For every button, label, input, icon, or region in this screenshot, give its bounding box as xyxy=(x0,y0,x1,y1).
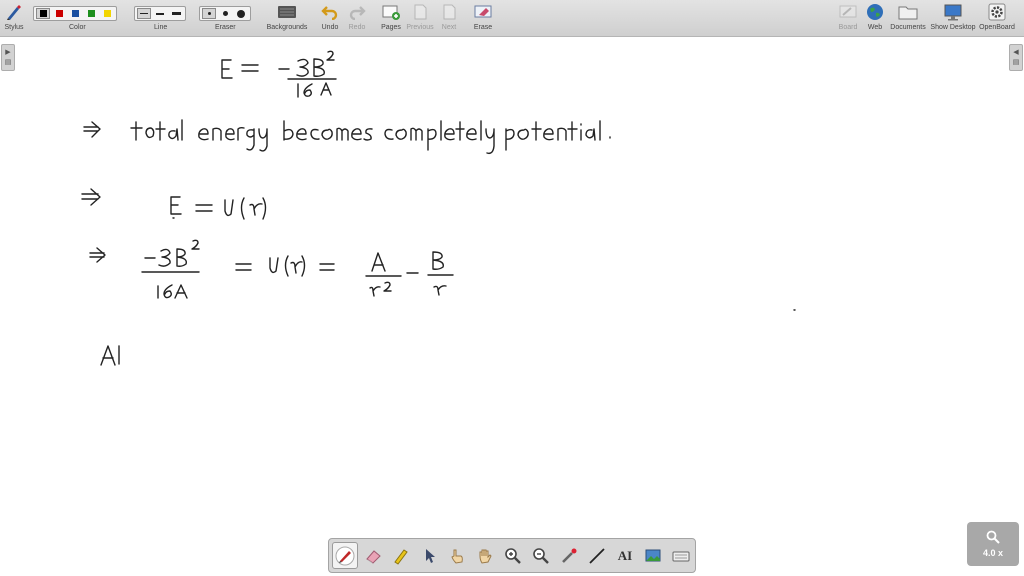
web-button[interactable]: Web xyxy=(864,2,886,35)
eraser-label: Eraser xyxy=(215,24,236,31)
color-swatch-yellow[interactable] xyxy=(100,8,114,19)
previous-page-button[interactable]: Previous xyxy=(405,2,435,35)
color-swatch-fill xyxy=(39,10,47,17)
zoom-in-icon xyxy=(505,547,521,564)
eraser-tool[interactable] xyxy=(360,542,386,569)
desktop-icon xyxy=(942,2,964,22)
folder-icon xyxy=(897,2,919,22)
erase-board-icon xyxy=(472,2,494,22)
hand-tool[interactable] xyxy=(472,542,498,569)
line-label: Line xyxy=(154,24,168,31)
color-swatch-red[interactable] xyxy=(52,8,66,19)
highlighter-tool[interactable] xyxy=(388,542,414,569)
next-page-icon xyxy=(438,2,460,22)
highlighter-icon xyxy=(394,548,408,565)
line-icon xyxy=(589,547,605,564)
eraser-medium-option[interactable] xyxy=(218,8,232,19)
line-thin-option[interactable] xyxy=(137,8,151,19)
redo-button[interactable]: Redo xyxy=(346,2,368,35)
text-tool-icon: AI xyxy=(617,547,633,563)
zoom-out-tool[interactable] xyxy=(528,542,554,569)
erase-board-button[interactable]: Erase xyxy=(471,2,495,35)
laser-pointer-icon xyxy=(562,548,577,563)
laser-pointer-tool[interactable] xyxy=(556,542,582,569)
show-desktop-button[interactable]: Show Desktop xyxy=(930,2,976,35)
virtual-keyboard-icon xyxy=(672,551,690,561)
line-tool[interactable] xyxy=(584,542,610,569)
gear-icon xyxy=(986,2,1008,22)
openboard-menu-button[interactable]: OpenBoard xyxy=(978,2,1016,35)
handwritten-equation-potential xyxy=(89,239,454,299)
previous-page-icon xyxy=(409,2,431,22)
backgrounds-icon xyxy=(276,2,298,22)
hand-icon xyxy=(479,549,492,564)
eraser-icon xyxy=(366,549,381,564)
handwritten-equation-energy xyxy=(221,50,337,98)
handwritten-equation-e-equals-u xyxy=(81,188,267,220)
pen-tool[interactable] xyxy=(332,542,358,569)
color-swatch-black[interactable] xyxy=(36,8,50,19)
text-tool[interactable]: AI xyxy=(612,542,638,569)
pages-icon xyxy=(380,2,402,22)
board-icon xyxy=(837,2,859,22)
stylus-palette: AI xyxy=(328,538,696,573)
eraser-size-selector[interactable] xyxy=(199,6,251,21)
zoom-in-tool[interactable] xyxy=(500,542,526,569)
color-label: Color xyxy=(69,24,86,31)
color-swatch-green[interactable] xyxy=(84,8,98,19)
virtual-keyboard-tool[interactable] xyxy=(668,542,694,569)
line-thick-option[interactable] xyxy=(169,8,183,19)
pointer-icon xyxy=(426,548,435,563)
whiteboard-canvas[interactable] xyxy=(0,38,1024,576)
pen-icon xyxy=(335,546,355,565)
magnifier-icon xyxy=(986,530,1000,544)
selector-hand-icon xyxy=(451,549,463,564)
redo-icon xyxy=(346,2,368,22)
top-toolbar: Stylus Color Line Eraser Backgrounds Und… xyxy=(0,0,1024,37)
zoom-out-icon xyxy=(533,547,549,564)
eraser-large-option[interactable] xyxy=(234,8,248,19)
zoom-level-text: 4.0 x xyxy=(982,548,1004,558)
globe-icon xyxy=(864,2,886,22)
color-swatch-fill xyxy=(55,10,63,17)
color-swatch-fill xyxy=(103,10,111,17)
line-width-selector[interactable] xyxy=(134,6,186,21)
color-selector[interactable] xyxy=(33,6,117,21)
stylus-button[interactable]: Stylus xyxy=(3,2,25,35)
handwritten-statement-total-energy xyxy=(83,119,611,155)
pointer-tool[interactable] xyxy=(416,542,442,569)
color-swatch-fill xyxy=(87,10,95,17)
selector-hand-tool[interactable] xyxy=(444,542,470,569)
documents-button[interactable]: Documents xyxy=(890,2,926,35)
backgrounds-button[interactable]: Backgrounds xyxy=(266,2,308,35)
capture-icon xyxy=(645,549,661,561)
eraser-small-option[interactable] xyxy=(202,8,216,19)
pages-button[interactable]: Pages xyxy=(379,2,403,35)
capture-tool[interactable] xyxy=(640,542,666,569)
line-medium-option[interactable] xyxy=(153,8,167,19)
next-page-button[interactable]: Next xyxy=(438,2,460,35)
undo-icon xyxy=(319,2,341,22)
color-swatch-blue[interactable] xyxy=(68,8,82,19)
handwritten-text-al xyxy=(100,345,120,366)
undo-button[interactable]: Undo xyxy=(319,2,341,35)
board-button[interactable]: Board xyxy=(837,2,859,35)
zoom-indicator[interactable]: 4.0 x xyxy=(967,522,1019,566)
color-swatch-fill xyxy=(71,10,79,17)
stylus-icon xyxy=(3,2,25,22)
